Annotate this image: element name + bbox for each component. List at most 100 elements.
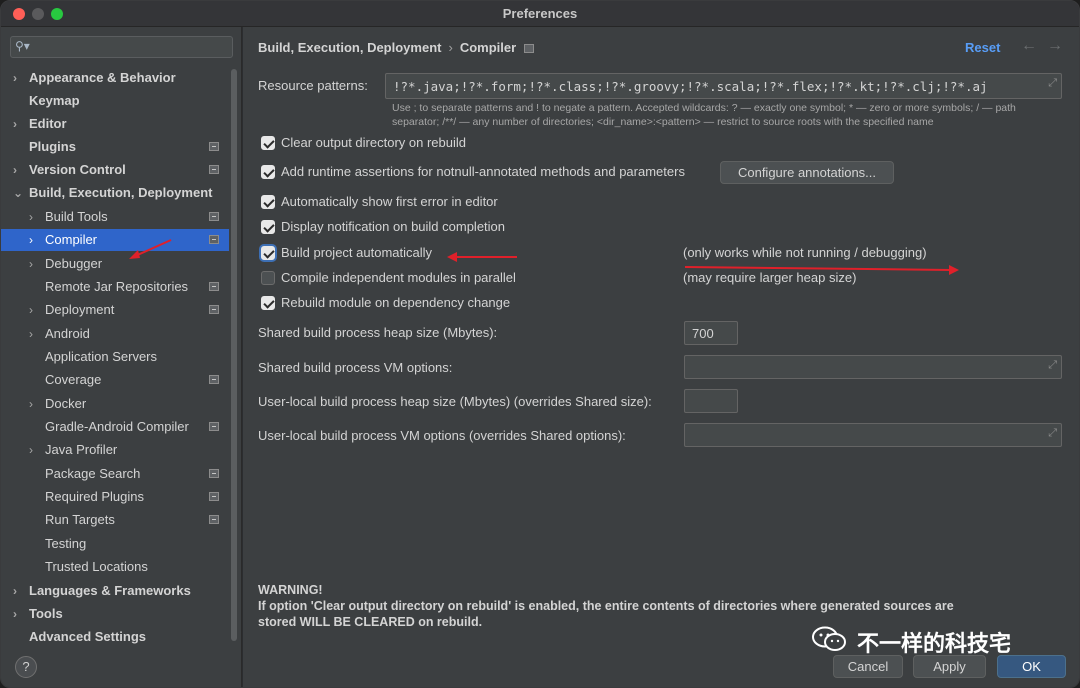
- chevron-down-icon: ⌄: [13, 186, 24, 200]
- build-project-automatically-checkbox[interactable]: [261, 246, 275, 260]
- user-vm-options-label: User-local build process VM options (ove…: [258, 428, 626, 443]
- sidebar-item-java-profiler[interactable]: › Java Profiler: [1, 439, 229, 461]
- sidebar-item-label: Testing: [45, 536, 87, 551]
- sidebar-item-testing[interactable]: Testing: [1, 533, 229, 555]
- chevron-right-icon: ›: [29, 397, 33, 411]
- sidebar-item-debugger[interactable]: › Debugger: [1, 253, 229, 275]
- vm-options-input[interactable]: ⤢: [684, 355, 1062, 379]
- show-first-error-label: Automatically show first error in editor: [281, 194, 498, 209]
- back-arrow-icon[interactable]: ←: [1021, 37, 1037, 55]
- user-heap-size-input[interactable]: [684, 389, 738, 413]
- sidebar-item-label: Android: [45, 326, 90, 341]
- project-settings-icon: [209, 212, 219, 221]
- warning-line: stored WILL BE CLEARED on rebuild.: [258, 615, 483, 629]
- sidebar-item-label: Application Servers: [45, 349, 157, 364]
- sidebar-item-editor[interactable]: › Editor: [1, 113, 229, 135]
- chevron-right-icon: ›: [29, 233, 33, 247]
- sidebar-item-label: Java Profiler: [45, 442, 118, 457]
- annotation-arrow-icon: [447, 252, 517, 262]
- project-settings-icon: [209, 422, 219, 431]
- title-bar: Preferences: [1, 1, 1079, 27]
- apply-button[interactable]: Apply: [913, 655, 986, 678]
- wechat-icon: [812, 626, 846, 651]
- runtime-assertions-checkbox[interactable]: [261, 165, 275, 179]
- sidebar-item-version-control[interactable]: › Version Control: [1, 159, 229, 181]
- sidebar-item-compiler[interactable]: › Compiler: [1, 229, 229, 251]
- annotation-arrow-icon: [129, 239, 172, 259]
- sidebar-item-plugins[interactable]: Plugins: [1, 136, 229, 158]
- help-button[interactable]: ?: [15, 656, 37, 678]
- sidebar-item-languages-frameworks[interactable]: › Languages & Frameworks: [1, 580, 229, 602]
- breadcrumb-parent[interactable]: Build, Execution, Deployment: [258, 40, 441, 55]
- resource-patterns-value: !?*.java;!?*.form;!?*.class;!?*.groovy;!…: [393, 79, 988, 94]
- sidebar-item-application-servers[interactable]: Application Servers: [1, 346, 229, 368]
- clear-output-checkbox[interactable]: [261, 136, 275, 150]
- sidebar-item-label: Coverage: [45, 372, 102, 387]
- reset-button[interactable]: Reset: [965, 40, 1000, 55]
- heap-size-input[interactable]: 700: [684, 321, 738, 345]
- ok-button[interactable]: OK: [997, 655, 1066, 678]
- user-vm-options-input[interactable]: ⤢: [684, 423, 1062, 447]
- sidebar-item-appearance-behavior[interactable]: › Appearance & Behavior: [1, 67, 229, 89]
- sidebar-item-label: Gradle-Android Compiler: [45, 419, 189, 434]
- expand-icon[interactable]: ⤢: [1048, 359, 1057, 372]
- sidebar-item-label: Build, Execution, Deployment: [29, 185, 213, 200]
- breadcrumb-separator: ›: [448, 40, 453, 55]
- sidebar-item-tools[interactable]: › Tools: [1, 603, 229, 625]
- sidebar-item-android[interactable]: › Android: [1, 323, 229, 345]
- sidebar-item-run-targets[interactable]: Run Targets: [1, 509, 229, 531]
- sidebar-item-required-plugins[interactable]: Required Plugins: [1, 486, 229, 508]
- sidebar-item-label: Remote Jar Repositories: [45, 279, 189, 294]
- settings-sidebar: ⚲▾ › Appearance & Behavior Keymap › Edit…: [1, 27, 242, 687]
- runtime-assertions-label: Add runtime assertions for notnull-annot…: [281, 164, 685, 179]
- forward-arrow-icon[interactable]: →: [1047, 37, 1063, 55]
- cancel-button[interactable]: Cancel: [833, 655, 903, 678]
- sidebar-item-coverage[interactable]: Coverage: [1, 369, 229, 391]
- sidebar-item-label: Keymap: [29, 93, 80, 108]
- configure-annotations-button[interactable]: Configure annotations...: [720, 161, 894, 184]
- build-notification-label: Display notification on build completion: [281, 219, 506, 234]
- clear-output-label: Clear output directory on rebuild: [281, 135, 466, 150]
- sidebar-item-label: Run Targets: [45, 512, 115, 527]
- sidebar-item-deployment[interactable]: › Deployment: [1, 299, 229, 321]
- project-settings-icon: [209, 235, 219, 244]
- sidebar-item-trusted-locations[interactable]: Trusted Locations: [1, 556, 229, 578]
- chevron-right-icon: ›: [13, 163, 17, 177]
- project-settings-icon: [209, 142, 219, 151]
- build-project-automatically-label: Build project automatically: [281, 245, 433, 260]
- resource-patterns-input[interactable]: !?*.java;!?*.form;!?*.class;!?*.groovy;!…: [385, 73, 1062, 99]
- rebuild-on-dependency-checkbox[interactable]: [261, 296, 275, 310]
- sidebar-item-label: Deployment: [45, 302, 115, 317]
- chevron-right-icon: ›: [13, 584, 17, 598]
- sidebar-item-label: Version Control: [29, 162, 126, 177]
- sidebar-scrollbar[interactable]: [231, 69, 237, 641]
- expand-icon[interactable]: ⤢: [1048, 77, 1057, 90]
- sidebar-item-docker[interactable]: › Docker: [1, 393, 229, 415]
- breadcrumb: Build, Execution, Deployment › Compiler: [258, 40, 535, 55]
- sidebar-item-package-search[interactable]: Package Search: [1, 463, 229, 485]
- build-notification-checkbox[interactable]: [261, 220, 275, 234]
- user-heap-size-label: User-local build process heap size (Mbyt…: [258, 394, 652, 409]
- sidebar-item-label: Advanced Settings: [29, 629, 147, 644]
- sidebar-item-label: Package Search: [45, 466, 141, 481]
- rebuild-on-dependency-label: Rebuild module on dependency change: [281, 295, 511, 310]
- sidebar-item-gradle-android-compiler[interactable]: Gradle-Android Compiler: [1, 416, 229, 438]
- chevron-right-icon: ›: [13, 607, 17, 621]
- breadcrumb-current: Compiler: [459, 40, 517, 55]
- sidebar-item-keymap[interactable]: Keymap: [1, 90, 229, 112]
- sidebar-item-advanced-settings[interactable]: Advanced Settings: [1, 626, 229, 648]
- sidebar-item-build-execution-deployment[interactable]: ⌄ Build, Execution, Deployment: [1, 182, 229, 204]
- watermark-text: 不一样的科技宅: [857, 631, 1012, 656]
- settings-search-input[interactable]: ⚲▾: [10, 36, 233, 58]
- expand-icon[interactable]: ⤢: [1048, 427, 1057, 440]
- sidebar-item-label: Trusted Locations: [45, 559, 148, 574]
- hint-line: separator; /**/ — any number of director…: [392, 116, 934, 128]
- search-icon: ⚲▾: [15, 39, 30, 53]
- sidebar-item-build-tools[interactable]: › Build Tools: [1, 206, 229, 228]
- show-first-error-checkbox[interactable]: [261, 195, 275, 209]
- heap-size-value: 700: [692, 326, 714, 341]
- sidebar-item-remote-jar-repositories[interactable]: Remote Jar Repositories: [1, 276, 229, 298]
- build-automatically-note: (only works while not running / debuggin…: [683, 245, 927, 260]
- project-settings-icon: [524, 44, 535, 54]
- compile-parallel-checkbox[interactable]: [261, 271, 275, 285]
